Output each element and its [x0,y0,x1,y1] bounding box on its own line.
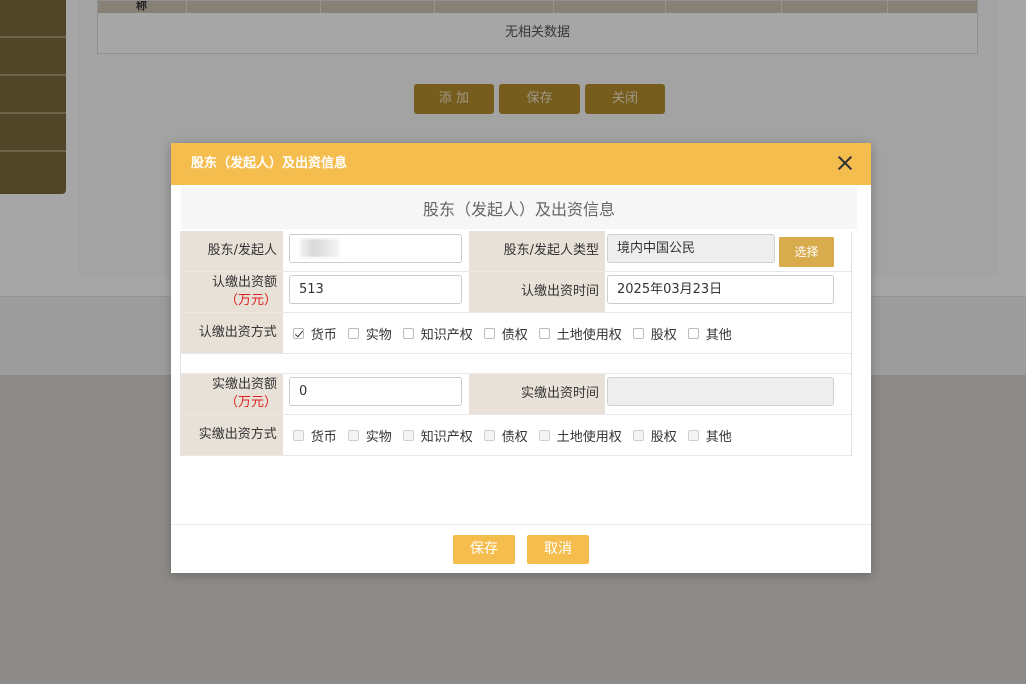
method-option: 货币 [292,426,337,445]
checkbox[interactable] [632,327,644,339]
modal-title: 股东（发起人）及出资信息 [191,156,348,171]
option-label: 债权 [501,327,528,343]
method-option[interactable]: 实物 [347,324,392,343]
checkbox[interactable] [687,327,699,339]
form-row-paid: 实缴出资额 （万元） 0 实缴出资时间 [181,374,851,415]
method-option[interactable]: 土地使用权 [538,324,622,343]
modal-header: 股东（发起人）及出资信息 [171,143,871,185]
close-icon[interactable] [837,155,853,171]
option-label: 货币 [310,429,337,445]
paid-time-label: 实缴出资时间 [469,374,605,414]
checkbox[interactable] [347,327,359,339]
paid-amount-label-text: 实缴出资额 [211,377,277,392]
shareholder-input[interactable] [289,234,462,263]
subscribed-amount-cell: 513 [283,272,469,312]
shareholder-type-input: 境内中国公民 [607,234,775,263]
checkbox [687,429,699,441]
method-option: 债权 [483,426,528,445]
shareholder-label-text: 股东/发起人 [207,243,277,258]
form-row-subscribed: 认缴出资额 （万元） 513 认缴出资时间 2025年03月23日 [181,272,851,313]
paid-method-options: 货币 实物 知识产权 债权 土地使用权 股权 其他 [283,415,851,455]
paid-method-label: 实缴出资方式 [181,415,283,455]
shareholder-label: 股东/发起人 [181,231,283,271]
method-option[interactable]: 股权 [632,324,677,343]
subscribed-method-options: 货币 实物 知识产权 债权 土地使用权 股权 其他 [283,313,851,353]
contribution-form: 股东/发起人 股东/发起人类型 境内中国公民 选择 认缴出资额 （万元） 513… [180,231,852,456]
checkbox [292,429,304,441]
method-option[interactable]: 其他 [687,324,732,343]
form-row-subscribed-method: 认缴出资方式 货币 实物 知识产权 债权 土地使用权 股权 其他 [181,313,851,354]
option-label: 债权 [501,429,528,445]
form-row-paid-method: 实缴出资方式 货币 实物 知识产权 债权 土地使用权 股权 其他 [181,415,851,456]
checkbox[interactable] [483,327,495,339]
option-label: 知识产权 [420,429,473,445]
option-label: 股权 [650,327,677,343]
method-option[interactable]: 知识产权 [402,324,473,343]
select-button[interactable]: 选择 [779,237,834,267]
shareholder-type-label-text: 股东/发起人类型 [503,243,599,258]
method-option: 其他 [687,426,732,445]
shareholder-cell [283,231,469,271]
option-label: 土地使用权 [556,429,622,445]
subscribed-time-cell: 2025年03月23日 [605,272,851,312]
paid-method-label-text: 实缴出资方式 [198,427,277,442]
paid-time-cell [605,374,851,414]
form-row-shareholder: 股东/发起人 股东/发起人类型 境内中国公民 选择 [181,231,851,272]
method-option[interactable]: 货币 [292,324,337,343]
shareholder-modal: 股东（发起人）及出资信息 股东（发起人）及出资信息 股东/发起人 股东/发起人类… [171,143,871,573]
subscribed-amount-input[interactable]: 513 [289,275,462,304]
paid-amount-input[interactable]: 0 [289,377,462,406]
checkbox [538,429,550,441]
subscribed-method-label-text: 认缴出资方式 [198,325,277,340]
subscribed-amount-label: 认缴出资额 （万元） [181,272,283,312]
subscribed-time-input[interactable]: 2025年03月23日 [607,275,834,304]
subscribed-amount-label-text: 认缴出资额 [211,275,277,290]
option-label: 其他 [705,429,732,445]
option-label: 实物 [365,327,392,343]
option-label: 实物 [365,429,392,445]
unit-label: （万元） [224,395,277,410]
checkbox [483,429,495,441]
paid-time-label-text: 实缴出资时间 [520,386,599,401]
option-label: 知识产权 [420,327,473,343]
checkbox [632,429,644,441]
option-label: 货币 [310,327,337,343]
method-option: 实物 [347,426,392,445]
unit-label: （万元） [224,293,277,308]
option-label: 股权 [650,429,677,445]
checkbox [347,429,359,441]
subscribed-time-label-text: 认缴出资时间 [520,284,599,299]
shareholder-type-cell: 境内中国公民 选择 [605,231,851,271]
option-label: 土地使用权 [556,327,622,343]
modal-footer: 保存 取消 [171,524,871,573]
checkbox[interactable] [402,327,414,339]
section-title: 股东（发起人）及出资信息 [181,187,857,229]
method-option: 土地使用权 [538,426,622,445]
subscribed-method-label: 认缴出资方式 [181,313,283,353]
method-option: 知识产权 [402,426,473,445]
modal-save-button[interactable]: 保存 [453,535,515,564]
paid-amount-cell: 0 [283,374,469,414]
checkbox[interactable] [292,327,304,339]
method-option[interactable]: 债权 [483,324,528,343]
form-row-spacer [181,354,851,374]
option-label: 其他 [705,327,732,343]
subscribed-time-label: 认缴出资时间 [469,272,605,312]
paid-time-input [607,377,834,406]
paid-amount-label: 实缴出资额 （万元） [181,374,283,414]
checkbox [402,429,414,441]
modal-cancel-button[interactable]: 取消 [527,535,589,564]
method-option: 股权 [632,426,677,445]
shareholder-type-label: 股东/发起人类型 [469,231,605,271]
checkbox[interactable] [538,327,550,339]
redacted-name [300,239,340,257]
